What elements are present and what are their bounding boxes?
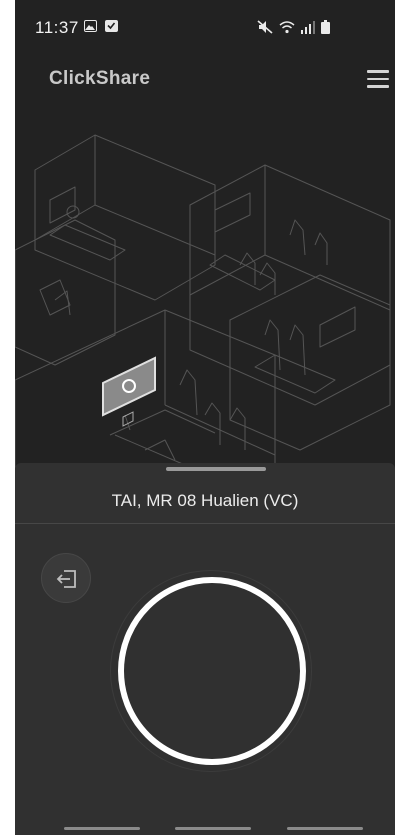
nav-recents-handle[interactable] [64,827,140,830]
status-right-icons [257,20,330,34]
nav-back-handle[interactable] [287,827,363,830]
brand-logo: ClickShare [49,68,151,89]
room-name: TAI, MR 08 Hualien (VC) [111,491,299,510]
hamburger-menu-icon[interactable] [367,70,389,88]
exit-button[interactable] [41,553,91,603]
wifi-icon [279,21,295,34]
nav-home-handle[interactable] [175,827,251,830]
office-floorplan-illustration [15,134,391,470]
exit-icon [56,570,76,588]
highlighted-display [102,356,156,427]
status-bar: 11:37 [15,0,395,48]
image-icon [84,20,97,32]
share-button[interactable] [118,577,306,765]
signal-icon [301,21,315,34]
mute-icon [257,20,273,34]
app-screen: 11:37 ClickShare TAI, MR 08 Hualien (VC) [15,0,395,835]
share-panel [15,524,395,835]
checkbox-icon [105,20,118,32]
status-time: 11:37 [35,18,79,37]
battery-icon [321,20,330,34]
app-header: ClickShare [15,48,395,110]
status-left-icons [84,20,118,32]
drag-handle[interactable] [166,467,266,471]
meeting-room-sheet: TAI, MR 08 Hualien (VC) [15,463,395,835]
system-nav-bar [15,822,395,835]
